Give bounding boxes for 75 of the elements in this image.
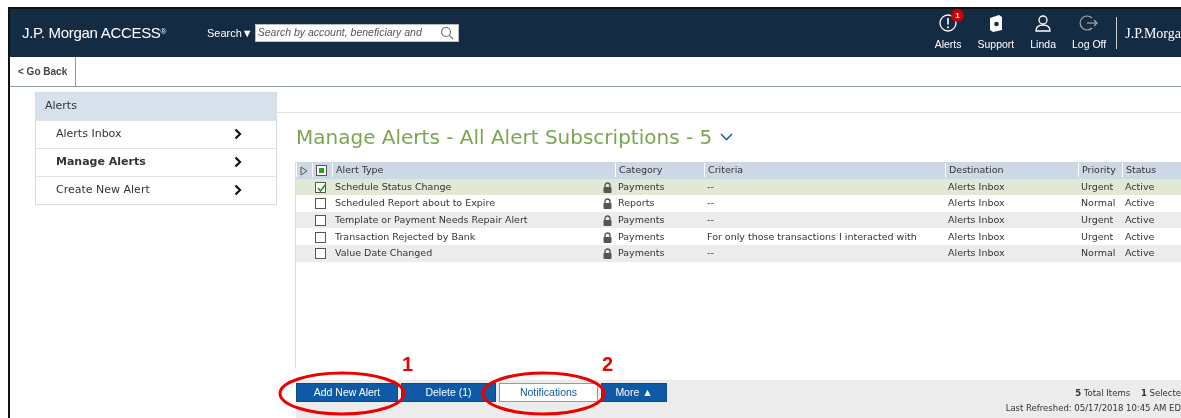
table-cell: Scheduled Report about to Expire <box>335 197 496 209</box>
chevron-right-icon <box>234 184 242 196</box>
lock-icon <box>603 248 612 260</box>
lock-icon <box>603 181 612 193</box>
search-icon[interactable] <box>439 26 454 40</box>
footer-action-button[interactable]: Add New Alert <box>296 383 398 402</box>
sidebar-title: Alerts <box>36 93 276 120</box>
table-cell: Transaction Rejected by Bank <box>335 230 476 242</box>
table-cell: Normal <box>1081 197 1116 209</box>
column-header[interactable]: Destination <box>949 164 1004 176</box>
annotation-number: 1 <box>402 352 414 377</box>
table-cell: Payments <box>618 213 665 225</box>
header-support-button[interactable]: Support <box>969 13 1023 53</box>
column-header[interactable]: Criteria <box>708 164 744 176</box>
table-cell: Payments <box>618 247 665 259</box>
annotation-number: 2 <box>602 352 614 377</box>
search-scope-dropdown[interactable]: Search▼ <box>207 24 253 42</box>
expand-icon[interactable] <box>300 165 308 176</box>
table-cell: Payments <box>618 230 665 242</box>
app-logo[interactable]: J.P. Morgan ACCESS$^{®}$ <box>22 21 207 45</box>
row-checkbox[interactable] <box>315 181 326 193</box>
row-checkbox[interactable] <box>315 214 326 226</box>
row-checkbox[interactable] <box>315 198 326 210</box>
table-cell: Alerts Inbox <box>948 247 1005 259</box>
header-user-button[interactable]: Linda <box>1022 13 1064 53</box>
row-checkbox[interactable] <box>315 248 326 260</box>
lock-icon <box>603 214 612 226</box>
table-cell: -- <box>707 213 714 225</box>
chevron-right-icon <box>234 156 242 168</box>
table-cell: -- <box>707 180 714 192</box>
column-header[interactable]: Alert Type <box>336 164 384 176</box>
table-cell: Payments <box>618 180 665 192</box>
table-cell: Urgent <box>1081 180 1114 192</box>
table-cell: Normal <box>1081 247 1116 259</box>
table-cell: Active <box>1125 197 1155 209</box>
table-cell: Active <box>1125 247 1155 259</box>
user-icon <box>1033 13 1054 34</box>
table-cell: Urgent <box>1081 213 1114 225</box>
table-cell: Alerts Inbox <box>948 197 1005 209</box>
table-cell: Urgent <box>1081 230 1114 242</box>
table-cell: Active <box>1125 180 1155 192</box>
last-refreshed-text: Last Refreshed: 05/17/2018 10:45 AM ED <box>1005 402 1181 415</box>
table-cell: Alerts Inbox <box>948 230 1005 242</box>
chevron-down-icon[interactable] <box>720 133 734 141</box>
table-cell: Template or Payment Needs Repair Alert <box>335 213 528 225</box>
table-cell: Active <box>1125 230 1155 242</box>
table-cell: Reports <box>618 197 655 209</box>
total-items-count: 5 Total Items <box>1075 388 1131 398</box>
table-cell: -- <box>707 197 714 209</box>
column-header[interactable]: Priority <box>1082 164 1116 176</box>
footer-action-button[interactable]: Notifications <box>499 383 598 402</box>
table-cell: Alerts Inbox <box>948 213 1005 225</box>
select-all-checkbox[interactable] <box>316 165 327 177</box>
footer-action-button[interactable]: Delete (1) <box>401 383 496 402</box>
footer-action-button[interactable]: More ▲ <box>601 383 667 402</box>
row-checkbox[interactable] <box>315 231 326 243</box>
lock-icon <box>603 198 612 210</box>
table-cell: Value Date Changed <box>335 247 433 259</box>
column-header[interactable]: Status <box>1126 164 1157 176</box>
notification-badge: 1 <box>951 9 965 23</box>
search-field[interactable]: Search by account, beneficiary and <box>254 24 459 42</box>
table-cell: -- <box>707 247 714 259</box>
page-title: Manage Alerts - All Alert Subscriptions - 5 <box>296 124 713 151</box>
table-cell: Schedule Status Change <box>335 180 452 192</box>
brand-logo: J.P.Morga <box>1124 24 1181 43</box>
table-cell: Alerts Inbox <box>948 180 1005 192</box>
table-cell: Active <box>1125 213 1155 225</box>
column-header[interactable]: Category <box>619 164 663 176</box>
table-cell: For only those transactions I interacted with <box>707 230 917 242</box>
alert-icon <box>938 13 959 34</box>
chevron-right-icon <box>234 128 242 140</box>
lock-icon <box>603 231 612 243</box>
selected-count: 1 Selecte <box>1140 388 1181 398</box>
logout-icon <box>1079 13 1100 34</box>
header-logoff-button[interactable]: Log Off <box>1064 13 1115 53</box>
